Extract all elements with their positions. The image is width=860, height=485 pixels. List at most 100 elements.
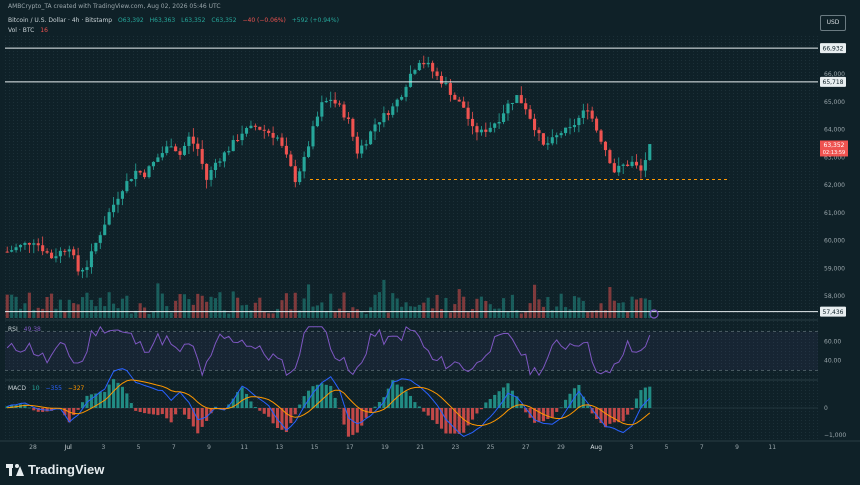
- volume-bar: [634, 299, 639, 318]
- macd-histogram-bar: [298, 404, 302, 408]
- volume-bar: [577, 297, 581, 318]
- volume-bar: [382, 279, 386, 318]
- candle-body: [639, 165, 643, 171]
- candle-body: [160, 152, 164, 158]
- candle-body: [581, 110, 585, 118]
- price-tick-label: 65,000: [824, 99, 845, 106]
- volume-bar: [581, 300, 585, 318]
- volume-bar: [395, 298, 399, 318]
- tradingview-logo: TradingView: [6, 462, 104, 477]
- volume-bar: [116, 308, 120, 318]
- volume-bar: [271, 313, 275, 318]
- current-price-label: 63,352: [824, 142, 845, 149]
- volume-bar: [439, 309, 444, 318]
- candle-body: [510, 103, 514, 105]
- macd-histogram-bar: [253, 407, 257, 408]
- candle-body: [49, 252, 54, 259]
- volume-bar: [537, 299, 541, 318]
- volume-bar: [27, 292, 31, 318]
- candle-body: [151, 161, 156, 167]
- candle-body: [169, 146, 173, 148]
- candle-body: [54, 256, 58, 259]
- macd-tick-label: 0: [824, 405, 828, 412]
- volume-bar: [253, 302, 257, 318]
- volume-bar: [422, 302, 426, 318]
- volume-bar: [218, 292, 222, 318]
- candle-body: [5, 251, 9, 253]
- macd-histogram-bar: [200, 408, 204, 427]
- volume-bar: [311, 306, 315, 318]
- bar-countdown: 02:13:59: [823, 150, 845, 156]
- chart-credit: AMBCrypto_TA created with TradingView.co…: [8, 3, 221, 10]
- macd-histogram-bar: [262, 408, 266, 414]
- macd-histogram-bar: [165, 408, 169, 419]
- time-tick-label: 7: [700, 444, 704, 451]
- macd-histogram-bar: [182, 408, 187, 415]
- candle-body: [302, 156, 306, 172]
- macd-histogram-bar: [400, 386, 404, 408]
- macd-histogram-bar: [89, 394, 93, 408]
- candle-body: [466, 107, 470, 119]
- volume-bar: [18, 308, 23, 318]
- candle-body: [612, 163, 616, 173]
- rsi-value: 49.38: [23, 326, 41, 333]
- candle-body: [98, 235, 102, 243]
- level-label: 57,436: [823, 309, 844, 316]
- currency-selector[interactable]: USD: [820, 15, 846, 31]
- tradingview-brand-text: TradingView: [28, 462, 105, 477]
- macd-histogram-bar: [546, 408, 550, 420]
- volume-bar: [448, 312, 452, 318]
- macd-histogram-bar: [426, 408, 430, 416]
- volume-bar: [227, 313, 231, 318]
- volume-bar: [258, 297, 262, 318]
- volume-bar: [626, 311, 630, 318]
- candle-body: [501, 113, 506, 122]
- volume-bar: [129, 313, 133, 318]
- candle-body: [72, 249, 76, 256]
- macd-histogram-bar: [329, 385, 333, 408]
- volume-bar: [364, 313, 368, 318]
- candle-body: [244, 128, 249, 134]
- time-tick-label: 29: [557, 444, 565, 451]
- chart-canvas[interactable]: 66,932 65,718 57,436 58,000 59,000 60,000 61,0…: [0, 0, 860, 485]
- volume-bar: [178, 294, 182, 318]
- ohlc-open: O63,392: [118, 17, 144, 24]
- candle-body: [643, 160, 647, 171]
- candle-body: [333, 99, 337, 104]
- macd-histogram-bar: [342, 408, 346, 425]
- candle-body: [364, 144, 368, 146]
- macd-histogram-bar: [187, 408, 191, 420]
- macd-histogram-bar: [559, 407, 563, 409]
- time-tick-label: 23: [452, 444, 460, 451]
- candle-body: [320, 102, 324, 117]
- candle-body: [315, 116, 319, 127]
- candle-body: [67, 249, 71, 252]
- candle-body: [23, 242, 27, 245]
- candle-body: [479, 129, 483, 133]
- macd-histogram-bar: [404, 391, 408, 408]
- time-tick-label: 21: [416, 444, 424, 451]
- candle-body: [586, 110, 590, 112]
- volume-bar: [14, 296, 18, 318]
- candle-body: [311, 126, 315, 147]
- time-tick-label: 11: [240, 444, 248, 451]
- volume-bar: [58, 299, 62, 318]
- ohlc-low: L63,352: [181, 17, 206, 24]
- candle-body: [275, 137, 280, 139]
- volume-bar: [572, 296, 576, 318]
- candle-body: [280, 137, 284, 146]
- macd-histogram-bar: [586, 405, 590, 408]
- time-tick-label: 9: [735, 444, 739, 451]
- price-tick-label: 58,000: [824, 293, 845, 300]
- candle-body: [76, 255, 80, 272]
- time-tick-label: 27: [522, 444, 530, 451]
- candle-body: [634, 161, 639, 166]
- volume-bar: [377, 292, 382, 318]
- volume-bar: [612, 300, 616, 318]
- candle-body: [218, 161, 222, 163]
- volume-label: Vol · BTC: [8, 27, 35, 34]
- macd-histogram-bar: [178, 408, 182, 409]
- macd-histogram-bar: [160, 408, 164, 415]
- rsi-label: RSI: [8, 326, 18, 333]
- candle-body: [324, 100, 328, 103]
